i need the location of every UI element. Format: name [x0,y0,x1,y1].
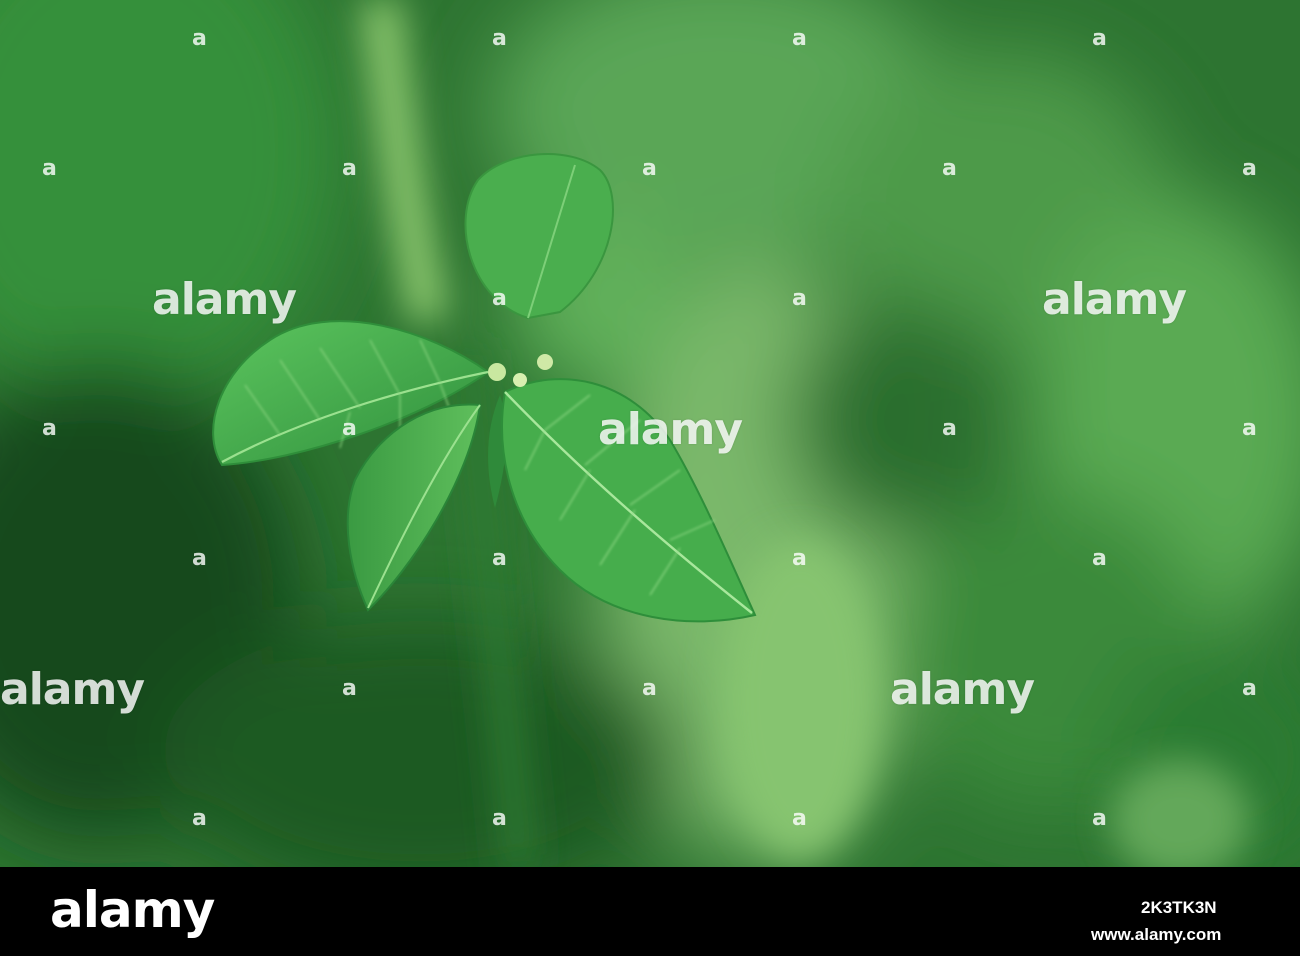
watermark-glyph: a [492,806,507,831]
watermark-glyph: a [942,416,957,441]
watermark-glyph: a [342,676,357,701]
watermark-glyph: a [942,156,957,181]
watermark-glyph: a [792,546,807,571]
watermark-glyph: a [492,26,507,51]
watermark-glyph: a [1092,26,1107,51]
watermark-glyph: a [642,156,657,181]
watermark-glyph: a [642,676,657,701]
watermark-glyph: a [1242,676,1257,701]
site-url[interactable]: www.alamy.com [1091,925,1221,945]
watermark-logo: alamy [598,404,743,455]
image-id: 2K3TK3N [1141,898,1217,917]
watermark-logo: alamy [152,274,297,325]
watermark-logo: alamy [1042,274,1187,325]
footer-logo[interactable]: alamy [50,885,215,935]
watermark-glyph: a [192,26,207,51]
watermark-glyph: a [1242,416,1257,441]
watermark-glyph: a [1242,156,1257,181]
watermark-logo: alamy [0,664,145,715]
watermark-glyph: a [42,156,57,181]
watermark-glyph: a [342,156,357,181]
watermark-glyph: a [1092,546,1107,571]
watermark-glyph: a [492,546,507,571]
watermark-logo: alamy [890,664,1035,715]
watermark-glyph: a [792,806,807,831]
watermark-glyph: a [492,286,507,311]
watermark-glyph: a [192,546,207,571]
watermark-glyph: a [792,26,807,51]
watermark-glyph: a [192,806,207,831]
watermark-glyph: a [42,416,57,441]
watermark-glyph: a [792,286,807,311]
stock-photo: alamy alamy alamy alamy alamy a a a a a … [0,0,1300,867]
watermark-glyph: a [342,416,357,441]
watermark-glyph: a [1092,806,1107,831]
